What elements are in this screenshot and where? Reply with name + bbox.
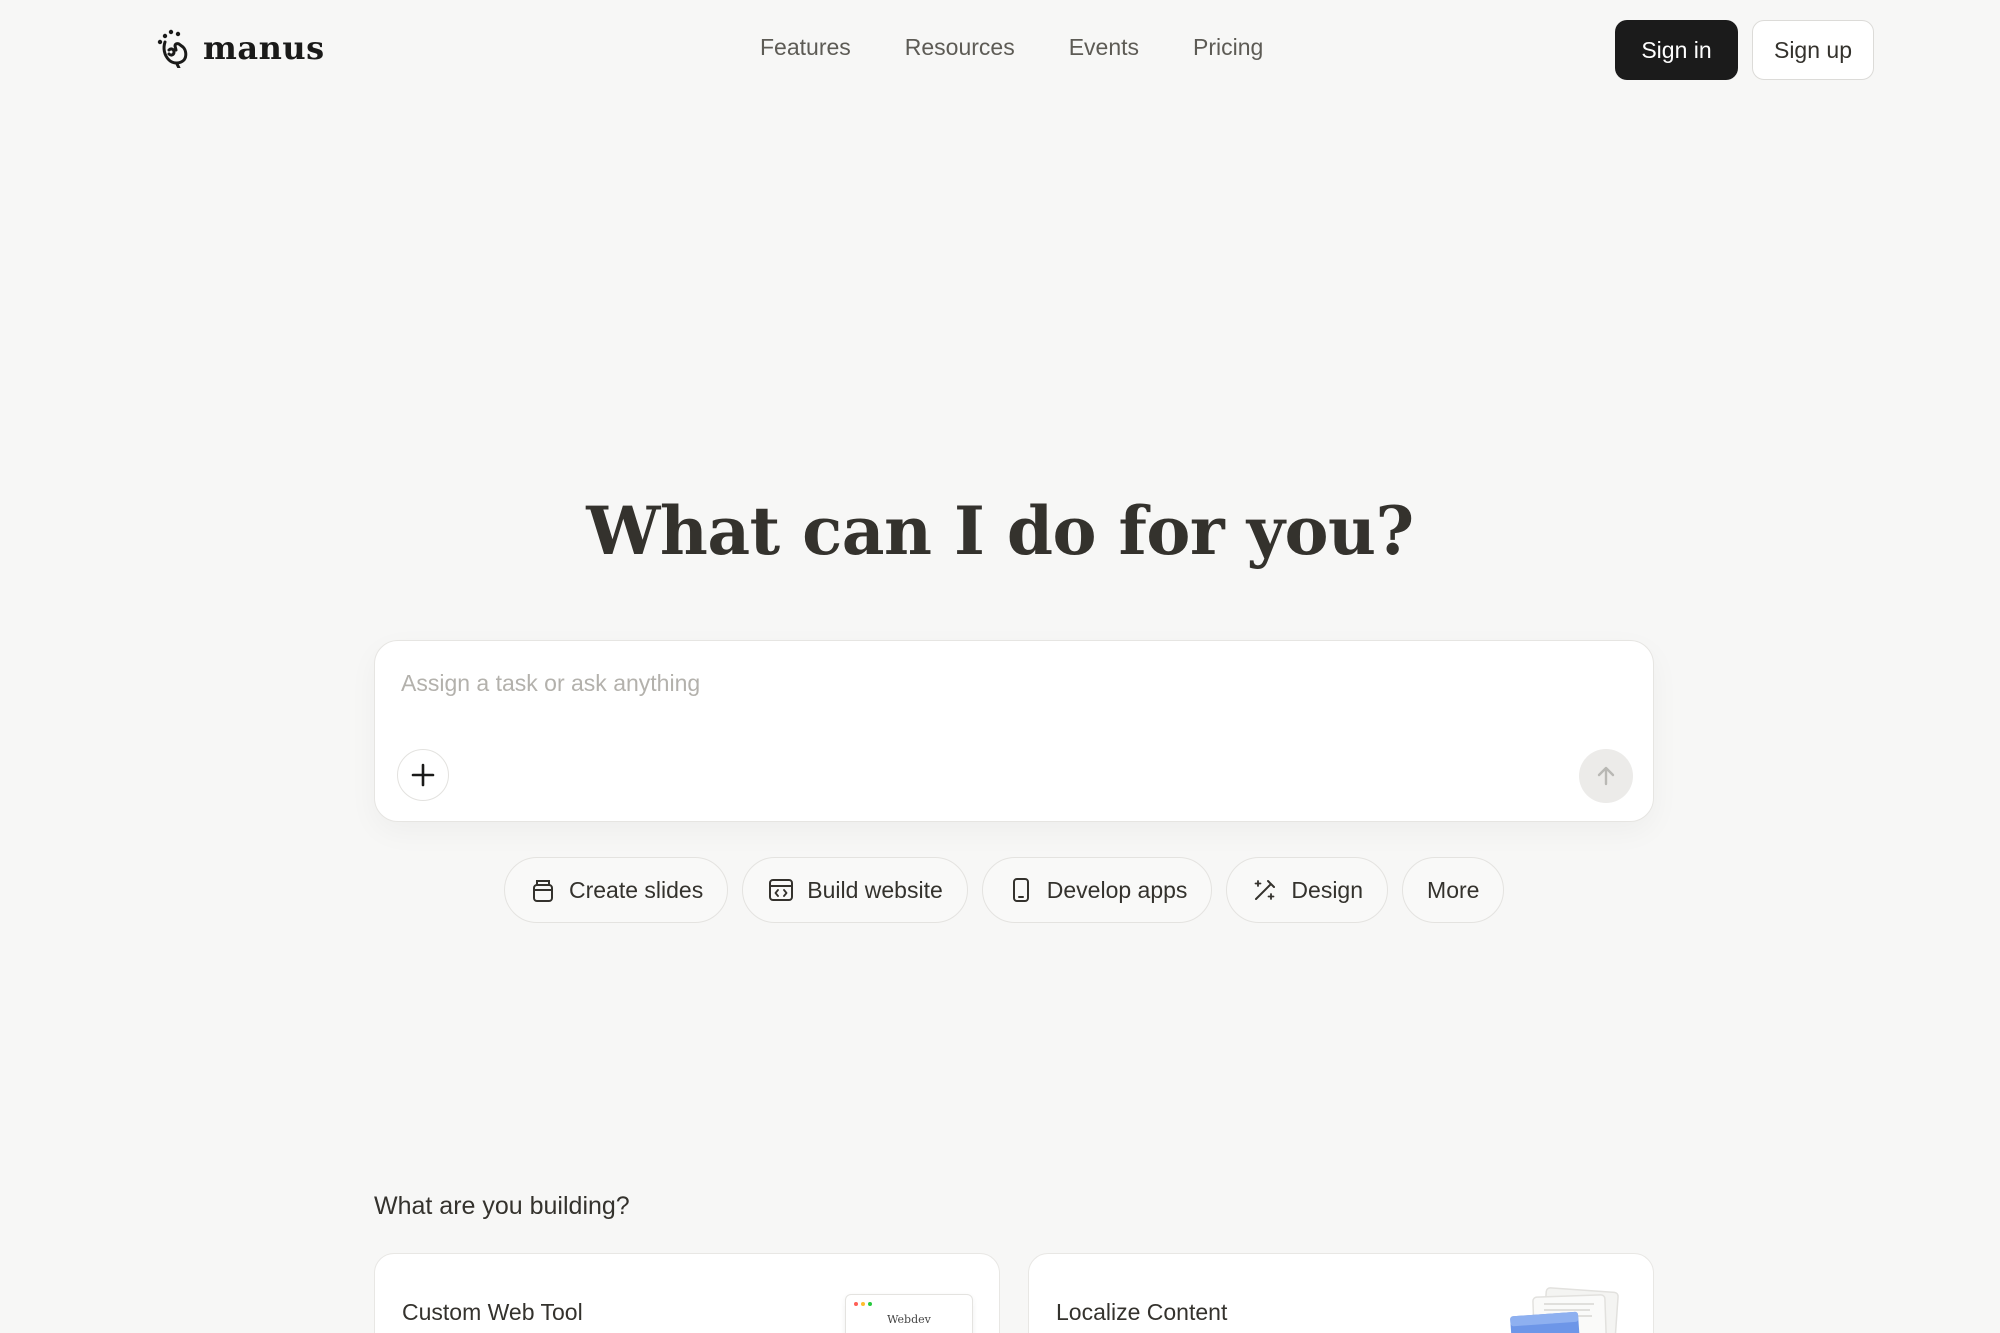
website-icon (769, 879, 794, 901)
send-button[interactable] (1579, 749, 1633, 803)
design-icon (1255, 880, 1276, 900)
build-website-chip[interactable]: Build website (742, 857, 968, 923)
manus-hand-icon (157, 29, 188, 68)
sign-in-button[interactable]: Sign in (1615, 20, 1738, 80)
webdev-thumbnail: Webdev (845, 1294, 973, 1333)
brand-logo[interactable]: manus (155, 26, 325, 70)
chip-label: Design (1291, 876, 1364, 903)
task-input[interactable] (401, 663, 1601, 703)
chip-label: Develop apps (1046, 876, 1188, 903)
thumbnail-text: Webdev (887, 1313, 931, 1326)
task-composer (374, 640, 1654, 822)
nav-item-pricing[interactable]: Pricing (1193, 34, 1263, 61)
card-label: Localize Content (1056, 1299, 1228, 1325)
create-slides-chip[interactable]: Create slides (504, 857, 729, 923)
slides-icon (533, 880, 553, 902)
chip-label: Build website (807, 876, 943, 903)
design-chip[interactable]: Design (1226, 857, 1389, 923)
localize-content-card[interactable]: Localize Content (1028, 1253, 1654, 1333)
nav-item-resources[interactable]: Resources (905, 34, 1015, 61)
top-header: manus Features Resources Events Pricing … (0, 0, 2000, 100)
custom-web-tool-card[interactable]: Custom Web Tool Webdev (374, 1253, 1000, 1333)
quick-actions: Create slides Build website Develop apps… (504, 857, 1505, 923)
nav-item-features[interactable]: Features (760, 34, 851, 61)
attach-button[interactable] (397, 749, 449, 801)
page: manus Features Resources Events Pricing … (0, 0, 2000, 1333)
phone-icon (1012, 878, 1029, 902)
nav-item-events[interactable]: Events (1069, 34, 1139, 61)
hero-title: What can I do for you? (586, 492, 1414, 570)
more-chip[interactable]: More (1402, 857, 1505, 923)
window-dots (854, 1302, 872, 1306)
chip-label: More (1427, 876, 1480, 903)
documents-thumbnail (1510, 1287, 1619, 1333)
chip-label: Create slides (569, 876, 704, 903)
card-label: Custom Web Tool (402, 1299, 583, 1325)
sign-up-button[interactable]: Sign up (1752, 20, 1874, 80)
develop-apps-chip[interactable]: Develop apps (981, 857, 1213, 923)
brand-name: manus (203, 29, 325, 67)
arrow-up-icon (1597, 766, 1615, 786)
building-section-title: What are you building? (374, 1192, 630, 1220)
main-nav: Features Resources Events Pricing (760, 34, 1263, 61)
plus-icon (411, 763, 435, 787)
